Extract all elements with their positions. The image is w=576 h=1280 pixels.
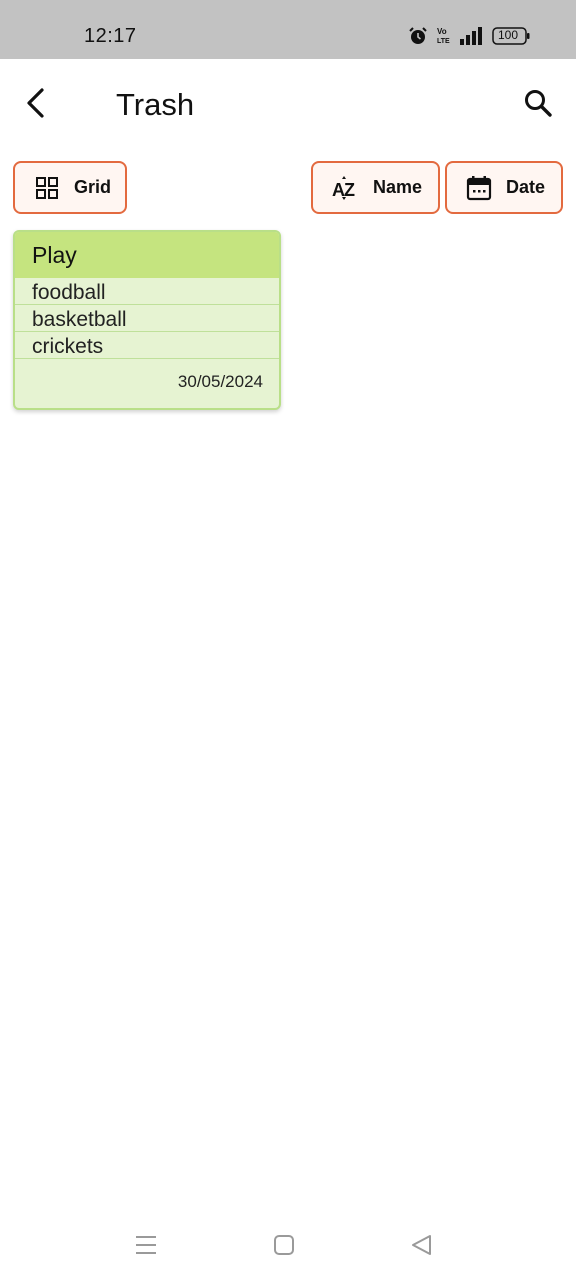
back-triangle-icon: [410, 1234, 434, 1261]
note-items: foodball basketball crickets: [15, 278, 279, 359]
back-button[interactable]: [14, 83, 58, 127]
sort-az-icon: A Z: [331, 174, 359, 202]
grid-view-label: Grid: [74, 177, 112, 197]
system-nav-bar: [0, 1210, 576, 1280]
svg-text:Vo: Vo: [437, 27, 447, 36]
list-item: foodball: [15, 278, 279, 305]
menu-icon: [134, 1234, 158, 1261]
grid-icon: [35, 176, 59, 200]
home-icon: [272, 1234, 296, 1261]
svg-text:LTE: LTE: [437, 38, 450, 45]
alarm-icon: [408, 26, 428, 46]
list-item: crickets: [15, 332, 279, 359]
volte-icon: Vo LTE: [436, 26, 452, 46]
battery-icon: 100: [492, 27, 530, 45]
calendar-icon: [466, 175, 492, 201]
signal-icon: [460, 27, 484, 45]
note-date: 30/05/2024: [177, 372, 263, 391]
note-title: Play: [15, 232, 279, 278]
system-back-button[interactable]: [410, 1234, 434, 1261]
page-title: Trash: [116, 87, 195, 122]
sort-by-date-label: Date: [506, 177, 546, 197]
chevron-left-icon: [24, 87, 48, 124]
status-time: 12:17: [84, 25, 137, 47]
note-card[interactable]: Play foodball basketball crickets 30/05/…: [13, 230, 281, 410]
list-item: basketball: [15, 305, 279, 332]
battery-level: 100: [498, 28, 519, 42]
status-bar: 12:17 Vo LTE 100: [0, 0, 576, 59]
sort-by-name-label: Name: [373, 177, 423, 197]
status-icons: Vo LTE 100: [408, 26, 530, 46]
recent-apps-button[interactable]: [134, 1234, 158, 1261]
home-button[interactable]: [272, 1234, 296, 1261]
sort-by-date-button[interactable]: Date: [445, 161, 563, 214]
search-button[interactable]: [516, 83, 560, 127]
sort-by-name-button[interactable]: A Z Name: [311, 161, 440, 214]
grid-view-button[interactable]: Grid: [13, 161, 127, 214]
search-icon: [523, 88, 553, 123]
app-bar: Trash: [0, 59, 576, 149]
